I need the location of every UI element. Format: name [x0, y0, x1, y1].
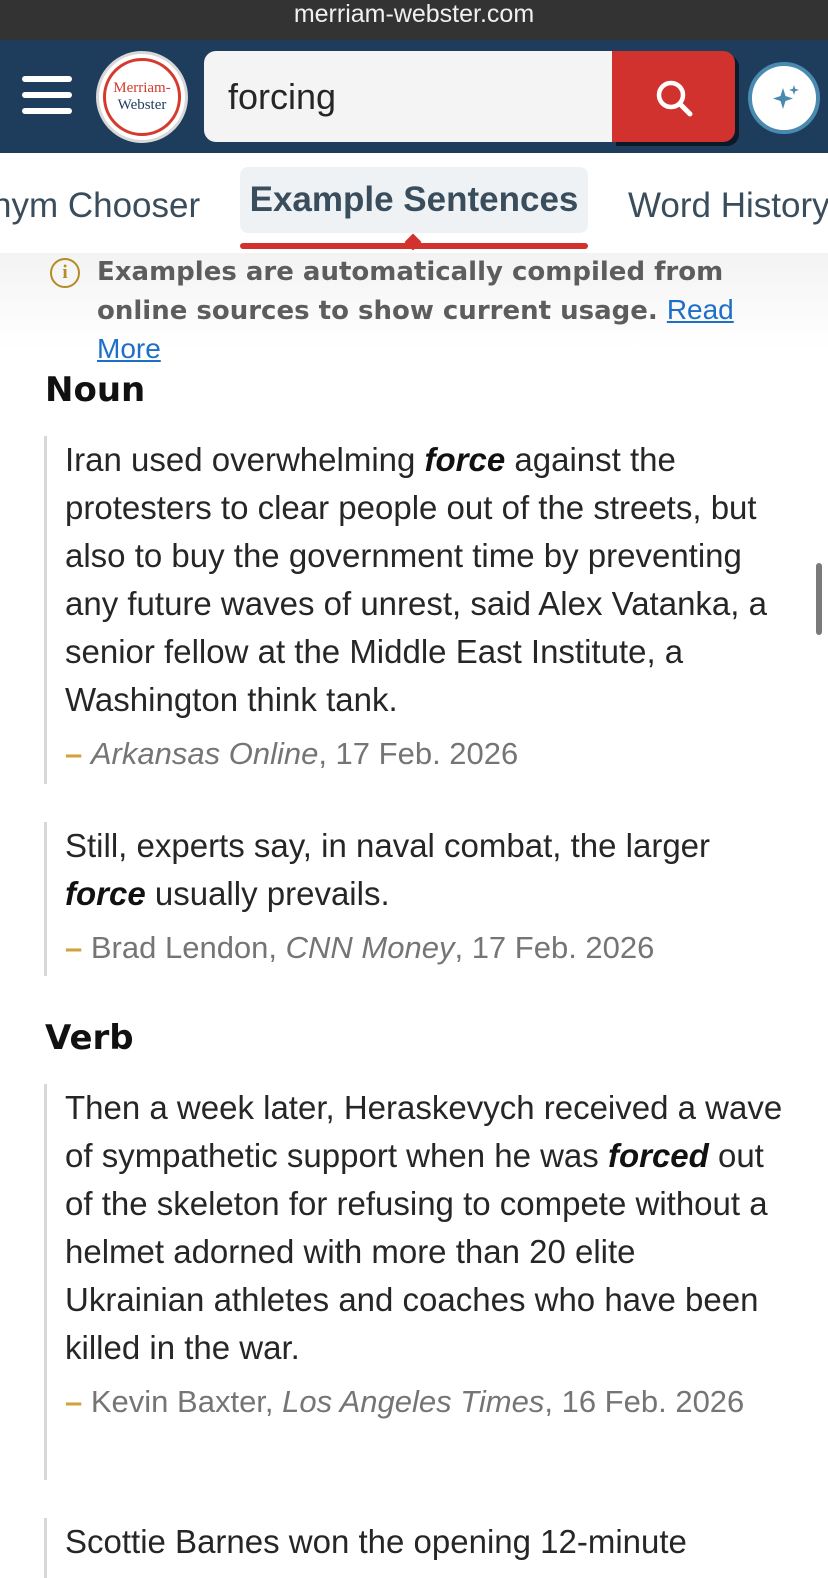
- publication: CNN Money: [285, 930, 455, 965]
- verb-heading: Verb: [45, 1018, 134, 1058]
- info-text: Examples are automatically compiled from…: [97, 253, 797, 369]
- sentence-text: Scottie Barnes won the opening 12-minute: [65, 1523, 687, 1560]
- tab-word-history[interactable]: Word History: [628, 186, 828, 226]
- publication: Arkansas Online: [90, 736, 319, 771]
- info-icon: i: [50, 258, 80, 288]
- browser-url-bar[interactable]: merriam-webster.com: [0, 0, 828, 40]
- sentence-text: Still, experts say, in naval combat, the…: [65, 827, 711, 912]
- site-header: Merriam- Webster forcing: [0, 40, 828, 153]
- search-input-value: forcing: [228, 76, 337, 117]
- examples-info-banner: i Examples are automatically compiled fr…: [0, 253, 828, 364]
- keyword: force: [65, 875, 146, 912]
- sentence-text: Iran used overwhelming force against the…: [65, 441, 767, 718]
- sentence-source: – Arkansas Online, 17 Feb. 2026: [65, 736, 519, 771]
- example-sentence: Scottie Barnes won the opening 12-minute: [44, 1518, 784, 1578]
- example-sentence: Iran used overwhelming force against the…: [44, 436, 784, 784]
- example-sentence: Still, experts say, in naval combat, the…: [44, 822, 784, 976]
- url-text: merriam-webster.com: [293, 0, 535, 28]
- author: Brad Lendon,: [90, 930, 286, 965]
- hamburger-menu-icon[interactable]: [22, 76, 72, 116]
- tab-synonym-chooser[interactable]: nym Chooser: [0, 186, 200, 226]
- author: Kevin Baxter,: [90, 1384, 283, 1419]
- search-input[interactable]: forcing: [204, 51, 614, 142]
- keyword: force: [424, 441, 506, 478]
- sentence-source: – Brad Lendon, CNN Money, 17 Feb. 2026: [65, 930, 655, 965]
- info-message: Examples are automatically compiled from…: [97, 257, 724, 326]
- logo-line-2: Webster: [117, 97, 167, 113]
- sentence-source: – Kevin Baxter, Los Angeles Times, 16 Fe…: [65, 1384, 745, 1419]
- sparkle-icon: [773, 85, 799, 109]
- page-scrollbar[interactable]: [816, 563, 822, 635]
- noun-heading: Noun: [45, 370, 146, 410]
- tab-example-sentences[interactable]: Example Sentences: [240, 167, 588, 233]
- ai-assistant-button[interactable]: [748, 62, 820, 134]
- search-icon: [656, 80, 693, 117]
- keyword: forced: [607, 1137, 709, 1174]
- logo-line-1: Merriam-: [113, 80, 171, 96]
- publication: Los Angeles Times: [282, 1384, 545, 1419]
- merriam-webster-logo[interactable]: Merriam- Webster: [96, 51, 188, 143]
- example-sentence: Then a week later, Heraskevych received …: [44, 1084, 784, 1480]
- search-button[interactable]: [612, 51, 735, 142]
- sentence-text: Then a week later, Heraskevych received …: [65, 1089, 783, 1366]
- section-tabs: nym Chooser Example Sentences Word Histo…: [0, 153, 828, 253]
